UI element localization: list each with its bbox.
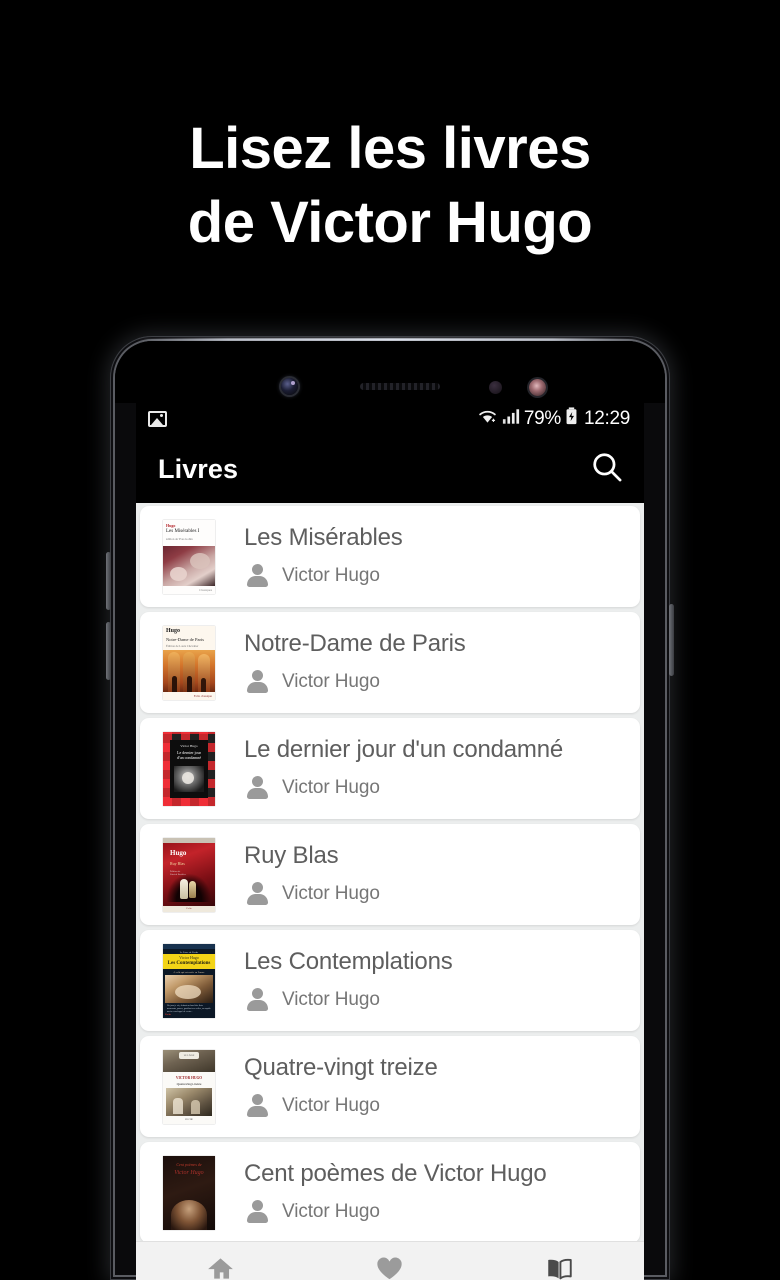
volume-up-button[interactable] (106, 552, 111, 610)
book-title: Ruy Blas (244, 841, 339, 869)
volume-down-button[interactable] (106, 622, 111, 680)
book-author: Victor Hugo (282, 565, 380, 586)
phone-screen: 79% 12:29 Livres Hugo Les Misérables I é… (136, 403, 644, 1280)
power-button[interactable] (669, 604, 674, 676)
list-item[interactable]: Hugo Les Misérables I édition de Yves Go… (140, 506, 640, 607)
earpiece-speaker-icon (360, 383, 440, 390)
ruy-blas-cover: Hugo Ruy Blas Édition de Patrick Berthie… (163, 837, 215, 912)
list-item[interactable]: Hugo Notre-Dame de Paris Édition de Loui… (140, 612, 640, 713)
nav-item-mes-favoris[interactable]: Mes favoris (305, 1255, 474, 1280)
page-title: Livres (158, 453, 239, 484)
book-author: Victor Hugo (282, 777, 380, 798)
headline-line-2: de Victor Hugo (187, 190, 593, 255)
wifi-icon (477, 408, 498, 431)
list-item-text: Notre-Dame de Paris Victor Hugo (244, 630, 640, 696)
list-item[interactable]: LE LIVRE VICTOR HUGO Quatrevingt-treize … (140, 1036, 640, 1137)
bottom-navigation: Accueil Mes favoris Livres (136, 1241, 644, 1280)
iris-sensor-icon (529, 379, 546, 396)
author-row: Victor Hugo (244, 1093, 640, 1120)
headline-line-1: Lisez les livres (189, 116, 591, 181)
status-bar-left (148, 411, 167, 427)
book-title: Quatre-vingt treize (244, 1053, 438, 1081)
list-item-text: Quatre-vingt treize Victor Hugo (244, 1054, 640, 1120)
search-icon[interactable] (590, 450, 624, 489)
book-author: Victor Hugo (282, 671, 380, 692)
list-item-text: Ruy Blas Victor Hugo (244, 842, 640, 908)
book-author: Victor Hugo (282, 989, 380, 1010)
book-author: Victor Hugo (282, 1201, 380, 1222)
book-title: Cent poèmes de Victor Hugo (244, 1159, 547, 1187)
person-icon (244, 563, 271, 590)
book-author: Victor Hugo (282, 1095, 380, 1116)
person-icon (244, 669, 271, 696)
author-row: Victor Hugo (244, 563, 640, 590)
promo-headline: Lisez les livres de Victor Hugo (0, 112, 780, 260)
list-item-text: Les Contemplations Victor Hugo (244, 948, 640, 1014)
quatre-vingt-treize-cover: LE LIVRE VICTOR HUGO Quatrevingt-treize … (163, 1049, 215, 1124)
battery-charging-icon (565, 407, 578, 431)
author-row: Victor Hugo (244, 987, 640, 1014)
person-icon (244, 987, 271, 1014)
author-row: Victor Hugo (244, 775, 640, 802)
les-miserables-cover: Hugo Les Misérables I édition de Yves Go… (163, 519, 215, 594)
cent-poemes-cover: Cent poèmes de Victor Hugo (163, 1155, 215, 1230)
book-icon (546, 1255, 573, 1280)
author-row: Victor Hugo (244, 669, 640, 696)
cellular-signal-icon (502, 408, 520, 431)
notre-dame-de-paris-cover: Hugo Notre-Dame de Paris Édition de Loui… (163, 625, 215, 700)
nav-item-livres[interactable]: Livres (475, 1255, 644, 1280)
proximity-sensor-icon (489, 381, 502, 394)
clock-label: 12:29 (583, 408, 630, 429)
list-item[interactable]: Le Livre de Poche Victor Hugo Les Contem… (140, 930, 640, 1031)
book-title: Le dernier jour d'un condamné (244, 735, 563, 763)
status-bar-right: 79% 12:29 (477, 407, 630, 431)
nav-item-accueil[interactable]: Accueil (136, 1255, 305, 1280)
list-item-text: Les Misérables Victor Hugo (244, 524, 640, 590)
phone-top-bezel (115, 341, 665, 403)
list-item[interactable]: Cent poèmes de Victor Hugo Cent poèmes d… (140, 1142, 640, 1241)
list-item[interactable]: Hugo Ruy Blas Édition de Patrick Berthie… (140, 824, 640, 925)
phone-mockup: 79% 12:29 Livres Hugo Les Misérables I é… (106, 336, 674, 1280)
heart-icon (376, 1255, 403, 1280)
author-row: Victor Hugo (244, 881, 640, 908)
le-dernier-jour-cover: Victor Hugo Le dernier jour d'un condamn… (163, 731, 215, 806)
book-author: Victor Hugo (282, 883, 380, 904)
status-bar: 79% 12:29 (136, 403, 644, 435)
home-icon (207, 1255, 234, 1280)
book-title: Les Misérables (244, 523, 403, 551)
book-list[interactable]: Hugo Les Misérables I édition de Yves Go… (136, 503, 644, 1241)
front-camera-icon (281, 378, 298, 395)
person-icon (244, 775, 271, 802)
gallery-icon (148, 411, 167, 427)
book-title: Notre-Dame de Paris (244, 629, 466, 657)
person-icon (244, 1093, 271, 1120)
app-bar: Livres (136, 435, 644, 503)
les-contemplations-cover: Le Livre de Poche Victor Hugo Les Contem… (163, 943, 215, 1018)
list-item-text: Cent poèmes de Victor Hugo Victor Hugo (244, 1160, 640, 1226)
list-item[interactable]: Victor Hugo Le dernier jour d'un condamn… (140, 718, 640, 819)
author-row: Victor Hugo (244, 1199, 640, 1226)
list-item-text: Le dernier jour d'un condamné Victor Hug… (244, 736, 640, 802)
person-icon (244, 881, 271, 908)
person-icon (244, 1199, 271, 1226)
battery-percent-label: 79% (523, 408, 561, 429)
book-title: Les Contemplations (244, 947, 453, 975)
